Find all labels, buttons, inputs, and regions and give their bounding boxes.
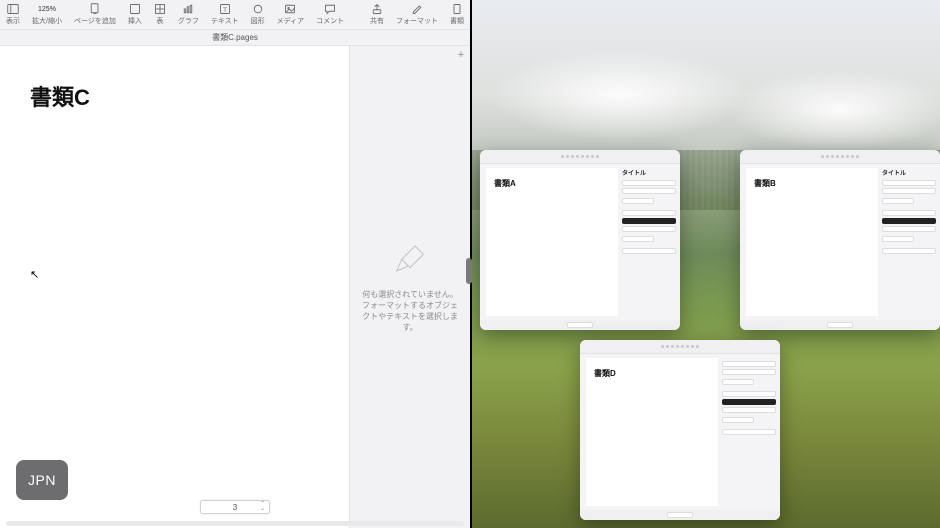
mouse-cursor-icon: ↖ <box>30 268 39 281</box>
format-inspector: + 何も選択されていません。 フォーマットするオブジェクトやテキストを選択します… <box>350 46 470 528</box>
comment-button[interactable]: コメント <box>316 3 344 26</box>
zoom-button[interactable]: 125% 拡大/縮小 <box>32 3 62 26</box>
cloud-decor <box>490 50 750 140</box>
pages-window-left: 表示 125% 拡大/縮小 ページを追加 挿入 表 グラフ T テキスト 図形 メ… <box>0 0 470 528</box>
share-label: 共有 <box>370 16 384 26</box>
mini-inspector: タイトル <box>618 164 680 320</box>
comment-icon <box>324 3 336 15</box>
inspector-empty-line2: フォーマットするオブジェクトやテキストを選択します。 <box>360 300 460 334</box>
mini-page: 書類B <box>746 168 878 316</box>
share-button[interactable]: 共有 <box>370 3 384 26</box>
svg-text:T: T <box>223 7 227 14</box>
share-icon <box>371 3 383 15</box>
format-label: フォーマット <box>396 16 438 26</box>
insert-label: 挿入 <box>128 16 142 26</box>
mini-footer <box>580 510 780 520</box>
document-icon <box>451 3 463 15</box>
media-label: メディア <box>277 16 305 26</box>
comment-label: コメント <box>316 16 344 26</box>
mini-titlebar <box>740 150 940 164</box>
desktop-mission-control: 書類A タイトル 書類B タイトル 書類D <box>470 0 940 528</box>
media-button[interactable]: メディア <box>277 3 305 26</box>
document-label: 書類 <box>450 16 464 26</box>
page-canvas[interactable]: 書類C ↖ <box>0 46 350 528</box>
insert-icon <box>129 3 141 15</box>
mini-heading: 書類B <box>754 178 878 189</box>
format-button[interactable]: フォーマット <box>396 3 438 26</box>
cloud-decor <box>730 70 940 150</box>
inspector-empty-line1: 何も選択されていません。 <box>362 289 458 300</box>
document-button[interactable]: 書類 <box>450 3 464 26</box>
window-thumbnail-b[interactable]: 書類B タイトル <box>740 150 940 330</box>
chart-button[interactable]: グラフ <box>178 3 199 26</box>
mini-inspector: タイトル <box>878 164 940 320</box>
mini-footer <box>740 320 940 330</box>
mini-inspector-header: タイトル <box>882 168 936 177</box>
mini-heading: 書類A <box>494 178 618 189</box>
workspace: 書類C ↖ + 何も選択されていません。 フォーマットするオブジェクトやテキスト… <box>0 46 470 528</box>
page-heading: 書類C <box>30 80 349 112</box>
chart-label: グラフ <box>178 16 199 26</box>
toolbar: 表示 125% 拡大/縮小 ページを追加 挿入 表 グラフ T テキスト 図形 メ… <box>0 0 470 30</box>
table-icon <box>154 3 166 15</box>
text-button[interactable]: T テキスト <box>211 3 239 26</box>
page-number-value: 3 <box>233 503 237 512</box>
add-page-label: ページを追加 <box>74 16 116 26</box>
mini-footer <box>480 320 680 330</box>
add-tab-button[interactable]: + <box>454 48 468 62</box>
mini-titlebar <box>480 150 680 164</box>
window-thumbnail-d[interactable]: 書類D <box>580 340 780 520</box>
text-label: テキスト <box>211 16 239 26</box>
chart-icon <box>182 3 194 15</box>
insert-button[interactable]: 挿入 <box>128 3 142 26</box>
mini-page: 書類D <box>586 358 718 506</box>
mini-inspector <box>718 354 780 510</box>
mini-inspector-header: タイトル <box>622 168 676 177</box>
stepper-chevrons-icon: ⌃⌄ <box>260 502 265 512</box>
page-plus-icon <box>89 3 101 15</box>
page: 書類C ↖ <box>0 46 349 528</box>
window-thumbnail-a[interactable]: 書類A タイトル <box>480 150 680 330</box>
format-icon <box>411 3 423 15</box>
shape-label: 図形 <box>251 16 265 26</box>
page-number-stepper[interactable]: 3 ⌃⌄ <box>200 500 270 514</box>
split-resize-handle[interactable] <box>466 258 472 284</box>
table-label: 表 <box>156 16 163 26</box>
horizontal-scrollbar[interactable] <box>6 521 464 526</box>
shape-icon <box>252 3 264 15</box>
add-page-button[interactable]: ページを追加 <box>74 3 116 26</box>
mini-page-stepper <box>667 512 693 518</box>
view-button[interactable]: 表示 <box>6 3 20 26</box>
zoom-label: 拡大/縮小 <box>32 16 62 26</box>
mini-page-stepper <box>827 322 853 328</box>
shape-button[interactable]: 図形 <box>251 3 265 26</box>
text-icon: T <box>219 3 231 15</box>
sidebar-icon <box>7 3 19 15</box>
media-icon <box>284 3 296 15</box>
table-button[interactable]: 表 <box>154 3 166 26</box>
document-title: 書類C.pages <box>0 30 470 46</box>
mini-page: 書類A <box>486 168 618 316</box>
mini-titlebar <box>580 340 780 354</box>
input-language-badge[interactable]: JPN <box>16 460 68 500</box>
zoom-value: 125% <box>38 3 56 15</box>
mini-page-stepper <box>567 322 593 328</box>
paintbrush-icon <box>390 241 430 281</box>
mini-heading: 書類D <box>594 368 718 379</box>
view-label: 表示 <box>6 16 20 26</box>
